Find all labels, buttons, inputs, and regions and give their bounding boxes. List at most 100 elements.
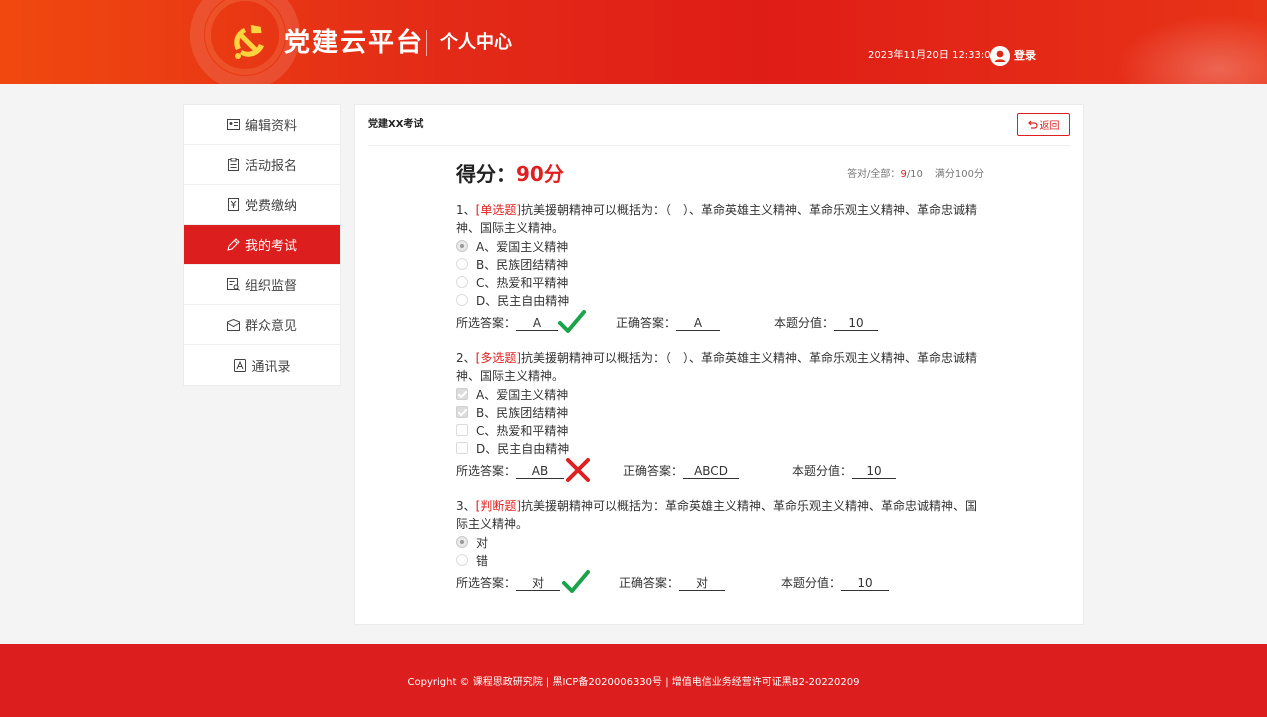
- option-item[interactable]: A、爱国主义精神: [456, 385, 984, 403]
- radio-button[interactable]: [456, 276, 468, 288]
- option-item[interactable]: C、热爱和平精神: [456, 421, 984, 439]
- radio-button[interactable]: [456, 536, 468, 548]
- answer-summary: 所选答案： A 正确答案： A 本题分值： 10: [456, 310, 984, 335]
- sidebar-item-public-opinion[interactable]: 群众意见: [184, 305, 340, 345]
- selected-answer-label: 所选答案：: [456, 316, 517, 330]
- checkbox[interactable]: [456, 442, 468, 454]
- question-number: 3、: [456, 499, 476, 513]
- back-button[interactable]: 返回: [1017, 113, 1070, 136]
- question-text: 抗美援朝精神可以概括为：革命英雄主义精神、革命乐观主义精神、革命忠诚精神、国际主…: [456, 499, 978, 531]
- radio-button[interactable]: [456, 258, 468, 270]
- question-score-value: 10: [841, 576, 890, 591]
- question-score: 本题分值： 10: [792, 463, 897, 479]
- sidebar-item-contacts[interactable]: 通讯录: [184, 345, 340, 385]
- question-score: 本题分值： 10: [774, 315, 879, 331]
- score-heading: 得分：90分: [456, 161, 564, 187]
- question-title: 1、[单选题]抗美援朝精神可以概括为：（ ）、革命英雄主义精神、革命乐观主义精神…: [456, 201, 984, 237]
- panel-divider: [368, 145, 1070, 146]
- option-item[interactable]: 错: [456, 551, 984, 569]
- selected-answer-value: A: [516, 316, 559, 331]
- back-button-label: 返回: [1039, 121, 1060, 132]
- question-number: 2、: [456, 351, 476, 365]
- selected-answer-value: AB: [516, 464, 565, 479]
- correct-ratio-label: 答对/全部：: [847, 169, 901, 180]
- answer-summary: 所选答案： AB 正确答案： ABCD 本题分值： 10: [456, 458, 984, 483]
- option-item[interactable]: A、爱国主义精神: [456, 237, 984, 255]
- page-subtitle: 个人中心: [440, 32, 512, 53]
- panel-title: 党建XX考试: [368, 119, 424, 130]
- selected-answer-value: 对: [516, 576, 561, 591]
- current-datetime: 2023年11月20日 12:33:00: [868, 50, 997, 61]
- login-link[interactable]: 登录: [1014, 47, 1036, 65]
- radio-button[interactable]: [456, 240, 468, 252]
- full-mark: 满分100分: [934, 169, 984, 180]
- sidebar-item-label: 活动报名: [244, 159, 297, 174]
- question-text: 抗美援朝精神可以概括为：（ ）、革命英雄主义精神、革命乐观主义精神、革命忠诚精神…: [456, 203, 978, 235]
- checkbox[interactable]: [456, 388, 468, 400]
- question-title: 3、[判断题]抗美援朝精神可以概括为：革命英雄主义精神、革命乐观主义精神、革命忠…: [456, 497, 984, 533]
- contacts-icon: [233, 358, 247, 372]
- sidebar-item-supervision[interactable]: 组织监督: [184, 265, 340, 305]
- inspect-icon: [227, 278, 241, 292]
- correct-answer: 正确答案：对: [619, 575, 726, 591]
- sidebar-item-party-dues[interactable]: 党费缴纳: [184, 185, 340, 225]
- option-label: A、爱国主义精神: [476, 387, 569, 402]
- option-label: D、民主自由精神: [476, 441, 570, 456]
- sidebar-item-activity-signup[interactable]: 活动报名: [184, 145, 340, 185]
- question-score: 本题分值： 10: [781, 575, 890, 591]
- party-emblem-icon: [234, 25, 264, 59]
- sidebar-item-edit-profile[interactable]: 编辑资料: [184, 105, 340, 145]
- checkbox[interactable]: [456, 424, 468, 436]
- radio-button[interactable]: [456, 294, 468, 306]
- correct-answer-value: A: [676, 316, 721, 331]
- question-type-tag: [单选题]: [475, 203, 522, 217]
- option-label: B、民族团结精神: [476, 405, 569, 420]
- option-item[interactable]: B、民族团结精神: [456, 403, 984, 421]
- score-value: 90分: [516, 162, 564, 186]
- question-text: 抗美援朝精神可以概括为：（ ）、革命英雄主义精神、革命乐观主义精神、革命忠诚精神…: [456, 351, 978, 383]
- sidebar-item-label: 组织监督: [244, 279, 297, 294]
- option-label: C、热爱和平精神: [476, 423, 569, 438]
- user-avatar-icon[interactable]: [990, 46, 1010, 66]
- sidebar-item-my-exam[interactable]: 我的考试: [184, 225, 340, 265]
- option-label: A、爱国主义精神: [476, 239, 569, 254]
- sidebar-item-label: 群众意见: [244, 319, 297, 334]
- sidebar-item-label: 通讯录: [251, 359, 291, 375]
- radio-button[interactable]: [456, 554, 468, 566]
- correct-answer: 正确答案： ABCD: [623, 463, 740, 479]
- question-score-label: 本题分值：: [774, 316, 835, 330]
- brand-divider: [426, 30, 427, 56]
- answer-summary: 所选答案：对 正确答案：对 本题分值： 10: [456, 570, 984, 595]
- clipboard-icon: [227, 158, 241, 172]
- score-summary: 得分：90分 答对/全部：9/10 满分100分: [456, 159, 984, 191]
- option-item[interactable]: C、热爱和平精神: [456, 273, 984, 291]
- checkbox[interactable]: [456, 406, 468, 418]
- question-score-label: 本题分值：: [792, 464, 853, 478]
- question-type-tag: [判断题]: [475, 499, 522, 513]
- selected-answer-label: 所选答案：: [456, 576, 517, 590]
- undo-arrow-icon: [1027, 120, 1038, 129]
- selected-answer: 所选答案：对: [456, 575, 561, 591]
- option-label: B、民族团结精神: [476, 257, 569, 272]
- correct-answer-label: 正确答案：: [616, 316, 677, 330]
- correct-answer-value: ABCD: [683, 464, 740, 479]
- wrong-cross-icon: [566, 458, 590, 482]
- sidebar-item-label: 党费缴纳: [244, 199, 297, 214]
- option-item[interactable]: D、民主自由精神: [456, 439, 984, 457]
- question-type-tag: [多选题]: [475, 351, 522, 365]
- header-decoration-right: [1107, 10, 1267, 84]
- question-score-label: 本题分值：: [781, 576, 842, 590]
- sidebar-nav: 编辑资料 活动报名 党费缴纳 我的考试 组织监督 群众意见 通讯录: [183, 104, 341, 386]
- correct-answer-label: 正确答案：: [623, 464, 684, 478]
- option-label: C、热爱和平精神: [476, 275, 569, 290]
- option-item[interactable]: B、民族团结精神: [456, 255, 984, 273]
- copyright-text: Copyright © 课程思政研究院 | 黑ICP备2020006330号 |…: [407, 677, 860, 688]
- correct-check-icon: [558, 310, 586, 333]
- brand-title: 党建云平台: [284, 28, 425, 58]
- exam-result-panel: 党建XX考试 返回 得分：90分 答对/全部：9/10 满分100分 1、[单选题…: [354, 104, 1084, 625]
- selected-answer: 所选答案： A: [456, 315, 559, 331]
- option-item[interactable]: 对: [456, 533, 984, 551]
- top-header: 党建云平台 个人中心 2023年11月20日 12:33:00 登录: [0, 0, 1267, 84]
- question-1: 1、[单选题]抗美援朝精神可以概括为：（ ）、革命英雄主义精神、革命乐观主义精神…: [456, 201, 984, 335]
- option-item[interactable]: D、民主自由精神: [456, 291, 984, 309]
